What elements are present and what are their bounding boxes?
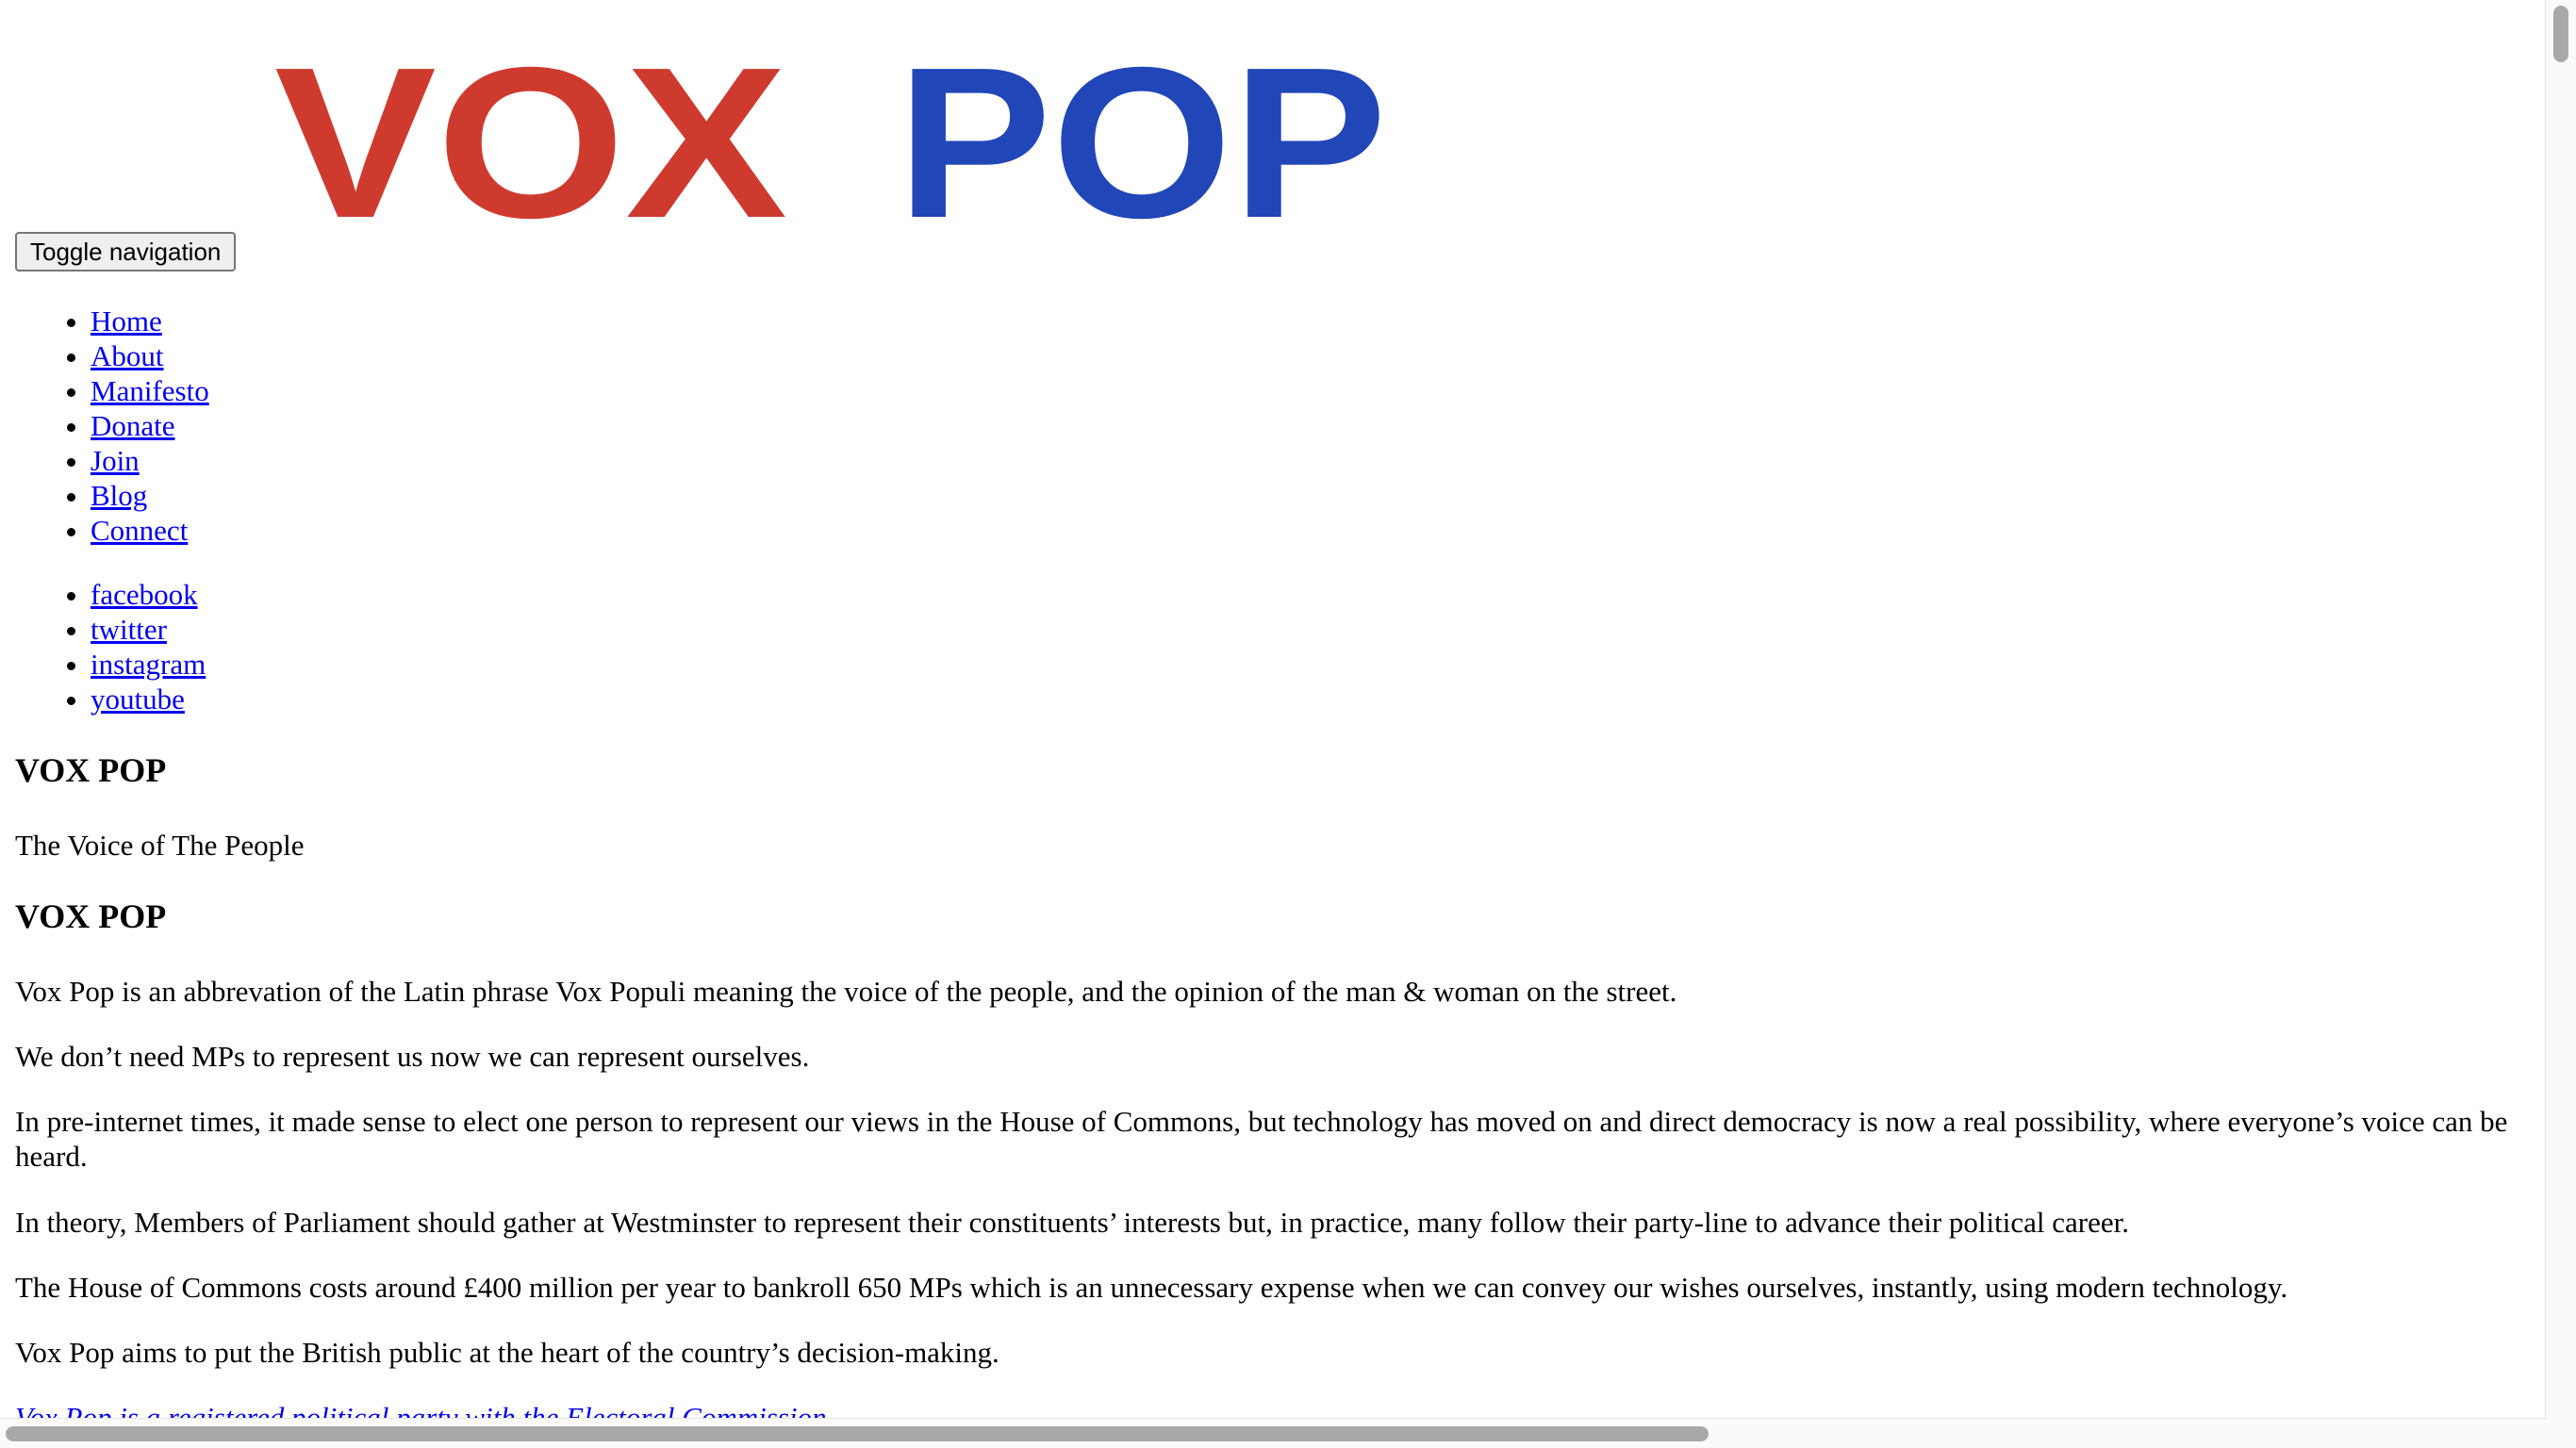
nav-item-about: About: [91, 338, 209, 373]
logo-word-pop: POP: [897, 53, 1387, 232]
body-paragraph: In pre-internet times, it made sense to …: [15, 1105, 2508, 1173]
nav-link-connect[interactable]: Connect: [91, 514, 188, 547]
body-paragraph: Vox Pop aims to put the British public a…: [15, 1336, 999, 1369]
social-link-youtube[interactable]: youtube: [91, 683, 185, 716]
social-item-youtube: youtube: [91, 682, 206, 716]
intro-paragraph: Vox Pop is an abbrevation of the Latin p…: [15, 975, 1677, 1008]
social-link-instagram[interactable]: instagram: [91, 648, 206, 681]
horizontal-scrollbar[interactable]: [0, 1418, 2546, 1448]
scrollbar-corner: [2546, 1419, 2576, 1448]
social-item-facebook: facebook: [91, 577, 206, 612]
electoral-commission-link[interactable]: Vox Pop is a registered political party …: [15, 1401, 826, 1419]
nav-item-home: Home: [91, 304, 209, 338]
nav-item-blog: Blog: [91, 478, 209, 513]
section-title: VOX POP: [15, 897, 167, 935]
registered-party-note: Vox Pop is a registered political party …: [15, 1400, 2514, 1419]
logo-word-vox: VOX: [274, 53, 787, 232]
nav-item-manifesto: Manifesto: [91, 373, 209, 408]
social-item-twitter: twitter: [91, 612, 206, 647]
nav-link-home[interactable]: Home: [91, 304, 162, 337]
nav-item-join: Join: [91, 443, 209, 478]
site-tagline: The Voice of The People: [15, 829, 305, 862]
nav-item-donate: Donate: [91, 408, 209, 443]
social-nav: facebook twitter instagram youtube: [15, 577, 206, 716]
body-paragraph: The House of Commons costs around £400 m…: [15, 1271, 2288, 1304]
social-item-instagram: instagram: [91, 647, 206, 682]
main-nav: Home About Manifesto Donate Join Blog Co…: [15, 304, 209, 548]
vox-pop-logo-image: VOX POP: [274, 53, 1387, 232]
body-paragraph: In theory, Members of Parliament should …: [15, 1206, 2129, 1239]
nav-link-join[interactable]: Join: [91, 444, 140, 477]
body-paragraph: We don’t need MPs to represent us now we…: [15, 1040, 810, 1073]
site-title: VOX POP: [15, 751, 167, 789]
nav-item-connect: Connect: [91, 513, 209, 548]
nav-link-blog[interactable]: Blog: [91, 479, 147, 512]
social-link-twitter[interactable]: twitter: [91, 613, 167, 646]
horizontal-scrollbar-thumb[interactable]: [6, 1426, 1709, 1441]
nav-link-manifesto[interactable]: Manifesto: [91, 374, 209, 407]
nav-link-about[interactable]: About: [91, 339, 164, 372]
toggle-navigation-button[interactable]: Toggle navigation: [15, 232, 237, 272]
nav-link-donate[interactable]: Donate: [91, 409, 175, 442]
browser-viewport: VOX POP Toggle navigation Home About Man…: [0, 0, 2546, 1419]
social-link-facebook[interactable]: facebook: [91, 578, 198, 611]
site-logo[interactable]: VOX POP: [274, 53, 1387, 232]
vertical-scrollbar-thumb[interactable]: [2553, 6, 2568, 62]
vertical-scrollbar[interactable]: [2545, 0, 2576, 1419]
